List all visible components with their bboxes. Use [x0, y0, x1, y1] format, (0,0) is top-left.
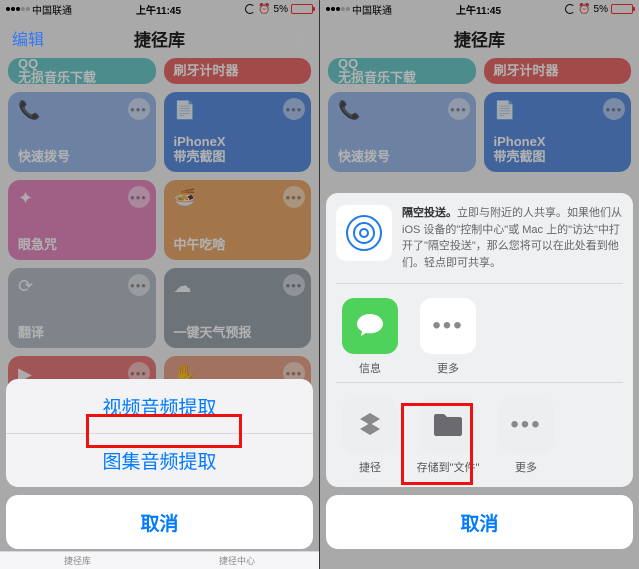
more-icon: •••: [420, 298, 476, 354]
add-button[interactable]: +: [293, 24, 307, 52]
share-more-apps[interactable]: ••• 更多: [414, 298, 482, 376]
tab-bar: 捷径库 捷径中心: [0, 551, 319, 569]
share-sheet: 隔空投送。立即与附近的人共享。如果他们从 iOS 设备的"控制中心"或 Mac …: [326, 193, 633, 549]
share-save-to-files[interactable]: 存储到"文件": [414, 397, 482, 475]
shortcuts-icon: [342, 397, 398, 453]
more-icon: •••: [498, 397, 554, 453]
share-more-actions[interactable]: ••• 更多: [492, 397, 560, 475]
airdrop-icon[interactable]: [336, 205, 392, 261]
messages-icon: [342, 298, 398, 354]
phone-left: 中国联通 上午11:45 ⏰ 5% 编辑 捷径库 + QQ无损音乐下载 刷牙计时…: [0, 0, 319, 569]
share-shortcuts[interactable]: 捷径: [336, 397, 404, 475]
folder-icon: [420, 397, 476, 453]
airdrop-text: 隔空投送。立即与附近的人共享。如果他们从 iOS 设备的"控制中心"或 Mac …: [402, 205, 623, 271]
sheet-video-audio-extract[interactable]: 视频音频提取: [6, 379, 313, 433]
edit-button[interactable]: 编辑: [12, 26, 44, 50]
share-row-actions: 捷径 存储到"文件" ••• 更多: [336, 383, 623, 481]
tab-library[interactable]: 捷径库: [64, 554, 91, 567]
action-sheet: 视频音频提取 图集音频提取 取消: [6, 379, 313, 549]
share-cancel[interactable]: 取消: [326, 495, 633, 549]
share-row-apps: 信息 ••• 更多: [336, 284, 623, 383]
sheet-gallery-audio-extract[interactable]: 图集音频提取: [6, 433, 313, 487]
phone-right: 中国联通 上午11:45 ⏰ 5% 捷径库 QQ无损音乐下载 刷牙计时器 •••…: [320, 0, 639, 569]
tab-center[interactable]: 捷径中心: [219, 554, 255, 567]
share-messages[interactable]: 信息: [336, 298, 404, 376]
sheet-cancel[interactable]: 取消: [6, 495, 313, 549]
